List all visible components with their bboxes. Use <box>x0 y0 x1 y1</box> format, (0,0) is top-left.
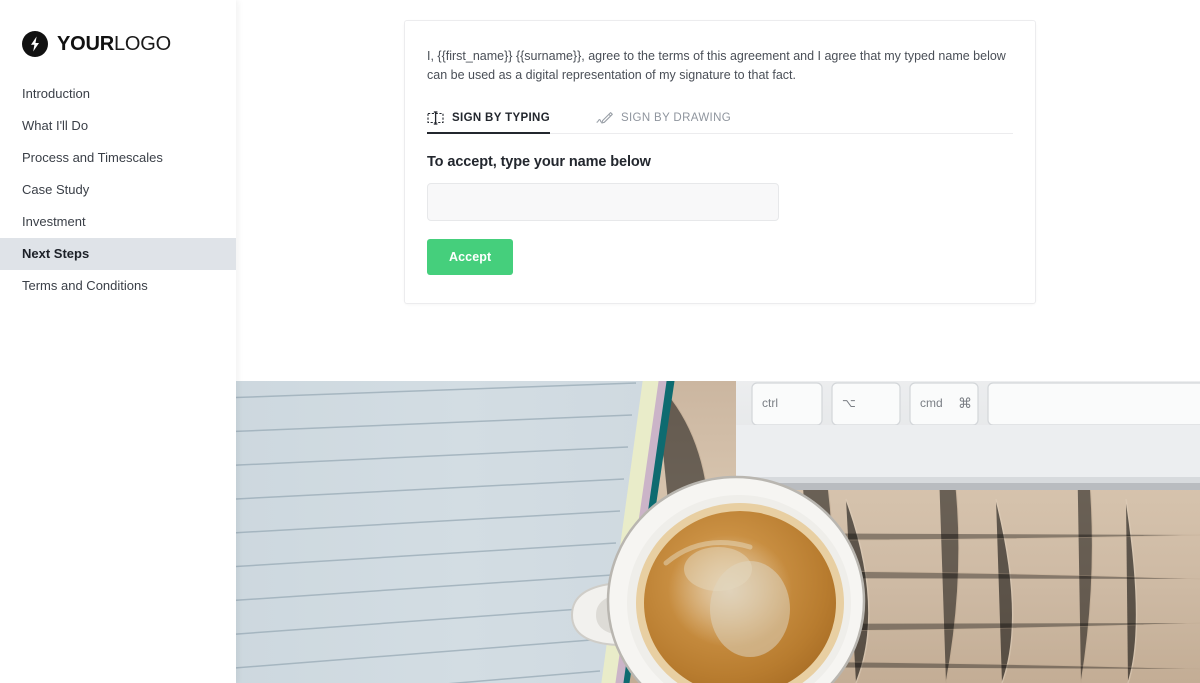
pen-signature-icon <box>596 110 614 126</box>
svg-text:⌘: ⌘ <box>958 395 972 411</box>
svg-text:ctrl: ctrl <box>762 396 778 410</box>
sidebar: YOURLOGO Introduction What I'll Do Proce… <box>0 0 236 683</box>
svg-text:⌥: ⌥ <box>842 396 856 410</box>
tab-sign-by-typing-label: SIGN BY TYPING <box>452 111 550 124</box>
app-root: YOURLOGO Introduction What I'll Do Proce… <box>0 0 1200 683</box>
sidebar-item-process-and-timescales[interactable]: Process and Timescales <box>0 142 236 174</box>
svg-text:cmd: cmd <box>920 396 943 410</box>
brand-logo-bold: YOUR <box>57 33 114 55</box>
signature-name-input[interactable] <box>427 182 779 221</box>
lightning-bolt-icon <box>22 31 48 57</box>
signature-tabs: SIGN BY TYPING SIGN BY DRAWING <box>427 104 1013 134</box>
sidebar-item-investment[interactable]: Investment <box>0 206 236 238</box>
accept-button[interactable]: Accept <box>427 238 514 275</box>
sidebar-item-case-study[interactable]: Case Study <box>0 174 236 206</box>
sidebar-item-next-steps[interactable]: Next Steps <box>0 238 236 270</box>
desk-photo: ctrl ⌥ cmd ⌘ <box>236 381 1200 683</box>
signature-card: I, {{first_name}} {{surname}}, agree to … <box>404 20 1036 304</box>
document-area: I, {{first_name}} {{surname}}, agree to … <box>236 0 1200 381</box>
sidebar-item-introduction[interactable]: Introduction <box>0 78 236 110</box>
agreement-text: I, {{first_name}} {{surname}}, agree to … <box>427 49 1006 83</box>
main-content: I, {{first_name}} {{surname}}, agree to … <box>236 0 1200 683</box>
text-input-icon <box>427 110 445 126</box>
sidebar-nav: Introduction What I'll Do Process and Ti… <box>0 78 236 302</box>
sidebar-item-terms-and-conditions[interactable]: Terms and Conditions <box>0 270 236 302</box>
tab-sign-by-typing[interactable]: SIGN BY TYPING <box>427 103 564 134</box>
tab-sign-by-drawing[interactable]: SIGN BY DRAWING <box>596 103 745 133</box>
brand-logo-text: YOURLOGO <box>57 34 171 54</box>
brand-logo[interactable]: YOURLOGO <box>0 0 236 62</box>
name-field-label: To accept, type your name below <box>427 153 651 170</box>
tab-sign-by-drawing-label: SIGN BY DRAWING <box>620 111 732 124</box>
sidebar-item-what-ill-do[interactable]: What I'll Do <box>0 110 236 142</box>
brand-logo-light: LOGO <box>113 33 171 55</box>
